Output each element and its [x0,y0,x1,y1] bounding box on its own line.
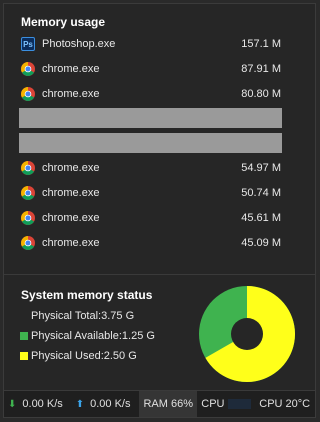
physical-used-label: Physical Used:2.50 G [31,350,137,362]
process-memory: 54.97 M [241,162,281,174]
upload-speed-value: 0.00 K/s [90,398,131,410]
memory-usage-title: Memory usage [21,15,106,29]
physical-total-label: Physical Total:3.75 G [31,310,135,322]
process-name: Photoshop.exe [42,38,116,50]
chrome-icon [21,87,35,101]
chrome-icon [21,161,35,175]
physical-total: Physical Total:3.75 G [31,310,134,322]
memory-donut-chart [199,286,295,382]
divider [4,274,315,275]
chrome-icon [21,62,35,76]
upload-speed[interactable]: ⬆ 0.00 K/s [72,391,140,417]
process-memory: 45.09 M [241,237,281,249]
status-bar: ⬇ 0.00 K/s ⬆ 0.00 K/s RAM 66% CPU CPU 20… [4,390,315,417]
photoshop-icon: Ps [21,37,35,51]
process-memory: 80.80 M [241,88,281,100]
process-memory: 87.91 M [241,63,281,75]
process-row[interactable]: chrome.exe 50.74 M [21,184,281,202]
process-memory: 50.74 M [241,187,281,199]
chrome-icon [21,211,35,225]
process-row[interactable]: chrome.exe 80.80 M [21,85,281,103]
cpu-temp-value: CPU 20°C [259,398,311,410]
cpu-temperature[interactable]: CPU 20°C [255,391,315,417]
system-status-title: System memory status [21,288,153,302]
physical-available-label: Physical Available:1.25 G [31,330,155,342]
available-swatch-icon [20,332,28,340]
process-name: chrome.exe [42,237,100,249]
process-name: chrome.exe [42,212,100,224]
redacted-row [19,108,282,128]
process-name: chrome.exe [42,63,100,75]
download-arrow-icon: ⬇ [8,398,17,410]
download-speed[interactable]: ⬇ 0.00 K/s [4,391,72,417]
process-memory: 45.61 M [241,212,281,224]
ram-indicator[interactable]: RAM 66% [139,391,198,417]
process-row[interactable]: chrome.exe 87.91 M [21,60,281,78]
redacted-row [19,133,282,153]
cpu-value-redacted [228,399,252,409]
process-name: chrome.exe [42,187,100,199]
cpu-label: CPU [201,398,225,410]
process-memory: 157.1 M [241,38,281,50]
physical-available: Physical Available:1.25 G [20,330,155,342]
cpu-indicator[interactable]: CPU [197,391,255,417]
chrome-icon [21,236,35,250]
process-name: chrome.exe [42,162,100,174]
process-row[interactable]: chrome.exe 54.97 M [21,159,281,177]
memory-panel: Memory usage Ps Photoshop.exe 157.1 M ch… [3,3,316,418]
process-row[interactable]: chrome.exe 45.61 M [21,209,281,227]
physical-used: Physical Used:2.50 G [20,350,137,362]
process-row[interactable]: Ps Photoshop.exe 157.1 M [21,35,281,53]
chrome-icon [21,186,35,200]
ram-percent: RAM 66% [143,398,193,410]
upload-arrow-icon: ⬆ [75,398,85,410]
process-row[interactable]: chrome.exe 45.09 M [21,234,281,252]
donut-hole [231,318,263,350]
used-swatch-icon [20,352,28,360]
process-name: chrome.exe [42,88,100,100]
download-speed-value: 0.00 K/s [22,398,63,410]
